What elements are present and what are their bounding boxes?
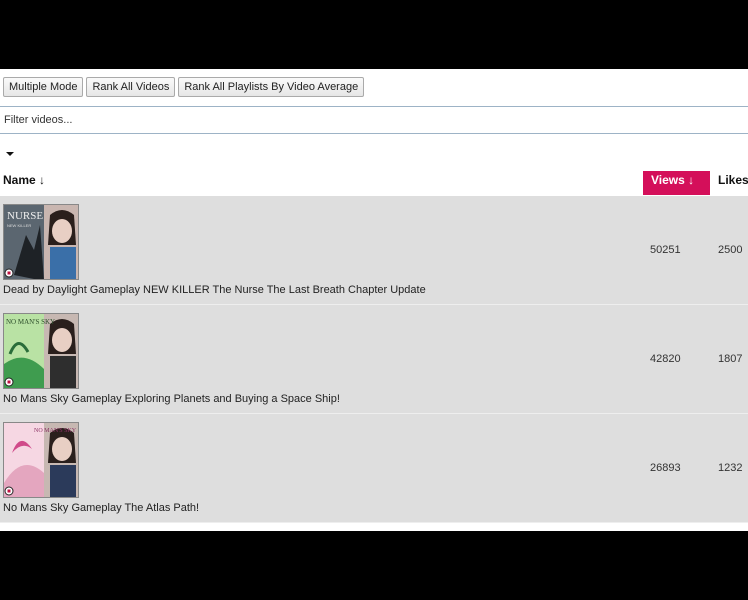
thumb-title-text: NO MAN'S SKY bbox=[6, 318, 55, 326]
video-thumbnail[interactable]: NO MAN'S SKY bbox=[3, 313, 79, 389]
video-ranking-page: Multiple Mode Rank All Videos Rank All P… bbox=[0, 69, 748, 531]
multiple-mode-button[interactable]: Multiple Mode bbox=[3, 77, 84, 97]
table-row[interactable]: NO MAN'S SKY 42820 1807 No Mans Sky Game… bbox=[0, 305, 748, 414]
likes-count: 1232 bbox=[718, 462, 743, 474]
video-title[interactable]: No Mans Sky Gameplay Exploring Planets a… bbox=[3, 393, 340, 405]
caret-down-icon[interactable] bbox=[6, 152, 14, 156]
column-header-likes[interactable]: Likes ↓ bbox=[718, 173, 748, 187]
video-title[interactable]: Dead by Daylight Gameplay NEW KILLER The… bbox=[3, 284, 426, 296]
views-count: 42820 bbox=[650, 353, 681, 365]
table-row[interactable]: NURSE NEW KILLER 50251 2500 Dead by Dayl… bbox=[0, 196, 748, 305]
filter-videos-input[interactable] bbox=[0, 107, 748, 133]
thumb-title-text: NO MAN'S SKY bbox=[34, 428, 77, 434]
rank-all-videos-button[interactable]: Rank All Videos bbox=[86, 77, 176, 97]
views-count: 26893 bbox=[650, 462, 681, 474]
toolbar: Multiple Mode Rank All Videos Rank All P… bbox=[3, 77, 365, 97]
likes-count: 1807 bbox=[718, 353, 743, 365]
video-thumbnail[interactable]: NURSE NEW KILLER bbox=[3, 204, 79, 280]
table-row[interactable]: NO MAN'S SKY 26893 1232 No Mans Sky Game… bbox=[0, 414, 748, 523]
column-header-name[interactable]: Name ↓ bbox=[3, 173, 45, 187]
column-header-views[interactable]: Views ↓ bbox=[643, 171, 710, 195]
video-thumbnail[interactable]: NO MAN'S SKY bbox=[3, 422, 79, 498]
rank-all-playlists-button[interactable]: Rank All Playlists By Video Average bbox=[178, 77, 365, 97]
filter-bar bbox=[0, 106, 748, 134]
likes-count: 2500 bbox=[718, 244, 743, 256]
video-title[interactable]: No Mans Sky Gameplay The Atlas Path! bbox=[3, 502, 199, 514]
views-count: 50251 bbox=[650, 244, 681, 256]
thumb-title-text: NURSE bbox=[7, 210, 43, 222]
thumb-subtitle-text: NEW KILLER bbox=[7, 223, 31, 228]
